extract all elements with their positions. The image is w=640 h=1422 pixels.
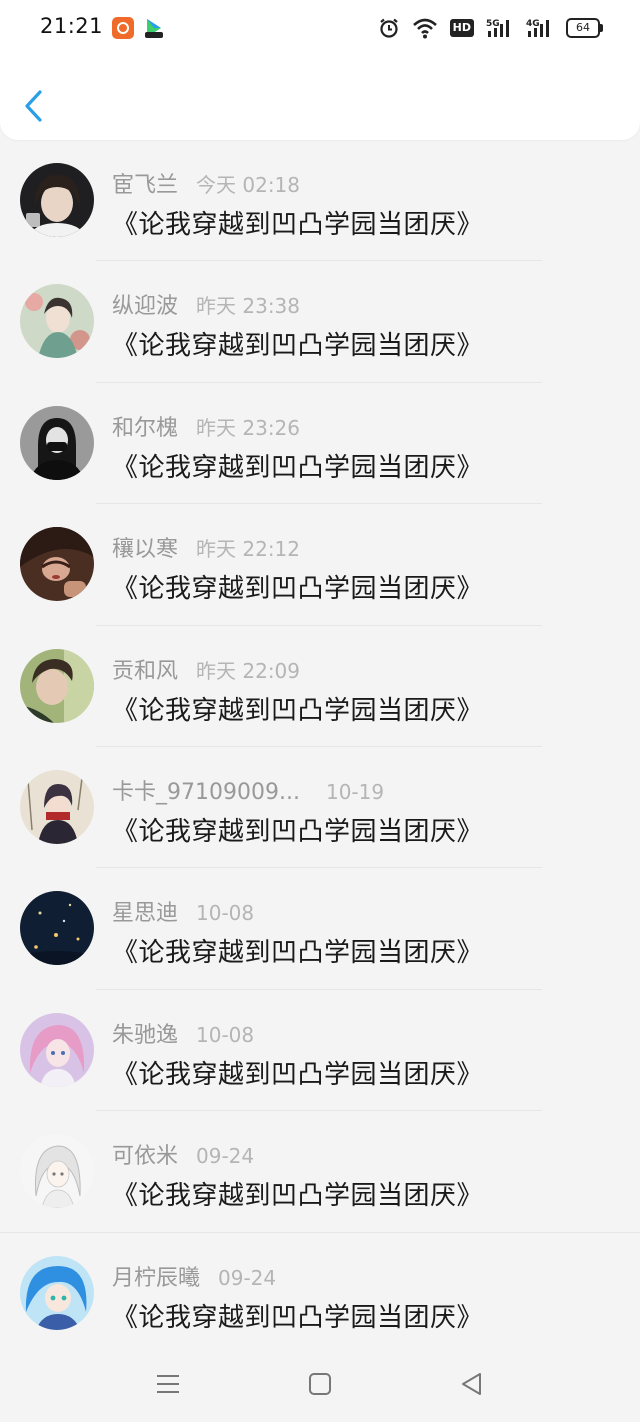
- message-text: 《论我穿越到凹凸学园当团厌》: [112, 816, 484, 847]
- message-row[interactable]: 朱驰逸 10-08 《论我穿越到凹凸学园当团厌》: [0, 990, 640, 1112]
- app-icon-orange: [112, 17, 134, 39]
- message-time: 09-24: [218, 1265, 277, 1290]
- back-button[interactable]: [20, 86, 50, 126]
- svg-text:4G: 4G: [526, 19, 540, 29]
- sender-line: 贡和风 昨天 22:09: [112, 653, 301, 684]
- sender-name: 朱驰逸: [112, 1022, 179, 1048]
- sender-name: 宦飞兰: [112, 173, 179, 198]
- message-time: 昨天 22:12: [196, 537, 301, 562]
- top-app-bar: [0, 56, 640, 140]
- sender-line: 星思迪 10-08: [112, 895, 255, 926]
- hd-icon: HD: [449, 19, 474, 37]
- sender-name: 卡卡_97109009...: [112, 779, 300, 805]
- avatar[interactable]: [20, 1255, 94, 1330]
- message-row[interactable]: 和尔槐 昨天 23:26 《论我穿越到凹凸学园当团厌》: [0, 383, 640, 505]
- sender-line: 纵迎波 昨天 23:38: [112, 288, 301, 319]
- sender-name: 纵迎波: [112, 294, 179, 320]
- status-time: 21:21: [40, 14, 104, 38]
- sender-line: 月柠辰曦 09-24: [112, 1260, 277, 1291]
- message-time: 10-08: [196, 1022, 255, 1047]
- menu-icon[interactable]: [154, 1370, 182, 1398]
- avatar[interactable]: [20, 769, 94, 844]
- avatar[interactable]: [20, 284, 94, 359]
- system-nav-bar: [0, 1352, 640, 1422]
- message-text: 《论我穿越到凹凸学园当团厌》: [112, 695, 484, 726]
- message-row[interactable]: 卡卡_97109009... 10-19 《论我穿越到凹凸学园当团厌》: [0, 747, 640, 869]
- sender-name: 穰以寒: [112, 537, 179, 563]
- message-list: 宦飞兰 今天 02:18 《论我穿越到凹凸学园当团厌》 纵迎波 昨天 23:38…: [0, 140, 640, 1354]
- sender-line: 和尔槐 昨天 23:26: [112, 410, 301, 441]
- sender-name: 星思迪: [112, 901, 179, 927]
- avatar[interactable]: [20, 1134, 94, 1209]
- 4g-signal-icon: 4G: [526, 17, 554, 39]
- video-app-icon: [143, 17, 165, 39]
- home-icon[interactable]: [306, 1370, 334, 1398]
- chevron-left-icon: [25, 90, 42, 122]
- avatar[interactable]: [20, 527, 94, 602]
- message-text: 《论我穿越到凹凸学园当团厌》: [112, 1059, 484, 1090]
- message-text: 《论我穿越到凹凸学园当团厌》: [112, 210, 484, 240]
- message-row[interactable]: 宦飞兰 今天 02:18 《论我穿越到凹凸学园当团厌》: [0, 140, 640, 262]
- message-time: 10-08: [196, 901, 255, 926]
- message-row[interactable]: 贡和风 昨天 22:09 《论我穿越到凹凸学园当团厌》: [0, 626, 640, 747]
- message-row[interactable]: 可依米 09-24 《论我穿越到凹凸学园当团厌》: [0, 1111, 640, 1233]
- sender-name: 月柠辰曦: [112, 1265, 201, 1291]
- message-text: 《论我穿越到凹凸学园当团厌》: [112, 1181, 484, 1212]
- avatar[interactable]: [20, 891, 94, 966]
- avatar[interactable]: [20, 648, 94, 723]
- battery-icon: 64: [566, 18, 603, 38]
- message-time: 昨天 23:26: [196, 415, 301, 440]
- status-icons: HD 5G 4G 64: [378, 16, 603, 40]
- status-bar: 21:21 HD 5G 4G 64: [0, 0, 640, 56]
- sender-name: 贡和风: [112, 658, 179, 684]
- message-row[interactable]: 纵迎波 昨天 23:38 《论我穿越到凹凸学园当团厌》: [0, 261, 640, 383]
- message-time: 昨天 22:09: [196, 658, 301, 683]
- sender-line: 宦飞兰 今天 02:18: [112, 167, 301, 198]
- message-row[interactable]: 穰以寒 昨天 22:12 《论我穿越到凹凸学园当团厌》: [0, 504, 640, 626]
- sender-name: 可依米: [112, 1144, 179, 1170]
- sender-line: 可依米 09-24: [112, 1138, 255, 1169]
- svg-text:5G: 5G: [486, 19, 500, 29]
- avatar[interactable]: [20, 405, 94, 480]
- message-time: 09-24: [196, 1144, 255, 1169]
- sender-line: 穰以寒 昨天 22:12: [112, 531, 301, 562]
- avatar[interactable]: [20, 163, 94, 237]
- back-triangle-icon[interactable]: [458, 1370, 486, 1398]
- sender-name: 和尔槐: [112, 415, 179, 441]
- message-text: 《论我穿越到凹凸学园当团厌》: [112, 938, 484, 969]
- message-text: 《论我穿越到凹凸学园当团厌》: [112, 331, 484, 362]
- message-text: 《论我穿越到凹凸学园当团厌》: [112, 574, 484, 605]
- message-time: 10-19: [325, 779, 385, 804]
- sender-line: 卡卡_97109009... 10-19: [112, 774, 385, 805]
- 5g-signal-icon: 5G: [486, 17, 514, 39]
- message-row[interactable]: 月柠辰曦 09-24 《论我穿越到凹凸学园当团厌》: [0, 1233, 640, 1354]
- message-row[interactable]: 星思迪 10-08 《论我穿越到凹凸学园当团厌》: [0, 868, 640, 990]
- message-time: 昨天 23:38: [196, 294, 301, 319]
- wifi-icon: [412, 17, 438, 39]
- message-text: 《论我穿越到凹凸学园当团厌》: [112, 1302, 484, 1333]
- message-text: 《论我穿越到凹凸学园当团厌》: [112, 452, 484, 483]
- sender-line: 朱驰逸 10-08: [112, 1017, 255, 1048]
- avatar[interactable]: [20, 1012, 94, 1087]
- alarm-icon: [378, 17, 400, 39]
- message-time: 今天 02:18: [196, 173, 301, 197]
